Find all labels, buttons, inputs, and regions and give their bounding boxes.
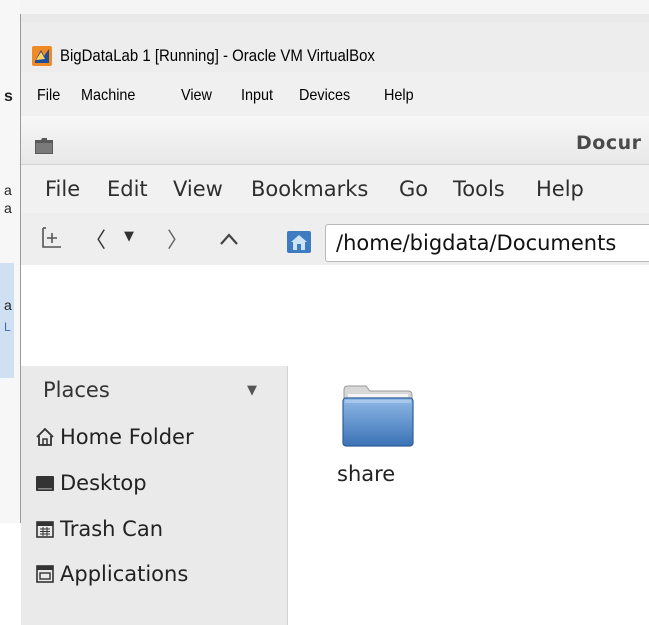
fm-menu-file[interactable]: File <box>45 177 80 201</box>
sidebar-item-label: Trash Can <box>60 517 164 541</box>
host-top-bar <box>0 0 649 15</box>
fm-menu-tools[interactable]: Tools <box>453 177 505 201</box>
virtualbox-window: BigDataLab 1 [Running] - Oracle VM Virtu… <box>20 14 649 625</box>
fm-menu-edit[interactable]: Edit <box>107 177 148 201</box>
sidebar-item-applications[interactable]: Applications <box>35 562 188 586</box>
history-dropdown-icon[interactable]: ▼ <box>124 229 134 244</box>
vbox-window-title: BigDataLab 1 [Running] - Oracle VM Virtu… <box>60 46 375 65</box>
new-tab-icon[interactable] <box>41 225 63 249</box>
vbox-menu-machine[interactable]: Machine <box>81 87 135 105</box>
file-manager-menubar: File Edit View Bookmarks Go Tools Help <box>21 165 649 213</box>
sidebar-places: Places ▼ Home Folder Desktop Trash Can A… <box>21 366 288 625</box>
vbox-menu-devices[interactable]: Devices <box>299 87 350 105</box>
host-text-fragment: L <box>4 320 11 334</box>
folder-label: share <box>337 462 396 486</box>
applications-icon <box>36 565 54 583</box>
sidebar-item-label: Applications <box>60 562 189 586</box>
back-arrow-icon[interactable]: 〈 <box>85 224 106 254</box>
host-left-strip <box>0 0 20 523</box>
guest-display[interactable]: Docur File Edit View Bookmarks Go Tools … <box>21 116 649 625</box>
vbox-menu-input[interactable]: Input <box>241 87 273 105</box>
up-arrow-icon[interactable] <box>219 232 239 246</box>
folder-icon <box>342 385 414 447</box>
vbox-menu-file[interactable]: File <box>37 87 60 105</box>
virtualbox-logo-icon <box>32 46 52 66</box>
fm-menu-go[interactable]: Go <box>399 177 428 201</box>
location-path: /home/bigdata/Documents <box>336 231 617 255</box>
vbox-menu-view[interactable]: View <box>181 87 212 105</box>
fm-menu-view[interactable]: View <box>173 177 223 201</box>
host-text-fragment: s <box>4 88 13 105</box>
file-manager-window-title: Docur <box>576 132 642 154</box>
host-text-fragment: a <box>4 297 12 313</box>
file-view[interactable]: share <box>288 366 649 625</box>
sidebar-item-label: Home Folder <box>60 425 194 449</box>
sidebar-item-label: Desktop <box>60 471 147 495</box>
trash-icon <box>36 521 54 538</box>
sidebar-item-home-folder[interactable]: Home Folder <box>35 425 194 449</box>
vbox-title-bar[interactable]: BigDataLab 1 [Running] - Oracle VM Virtu… <box>21 22 649 72</box>
places-header[interactable]: Places <box>43 378 110 402</box>
fm-menu-help[interactable]: Help <box>536 177 584 201</box>
fm-menu-bookmarks[interactable]: Bookmarks <box>251 177 368 201</box>
forward-arrow-icon[interactable]: 〉 <box>167 224 188 254</box>
location-bar[interactable]: /home/bigdata/Documents <box>325 224 649 262</box>
sidebar-item-trash-can[interactable]: Trash Can <box>35 517 163 541</box>
folder-item-share[interactable]: share <box>333 384 423 494</box>
places-dropdown-icon[interactable]: ▼ <box>247 383 257 398</box>
file-manager-app-icon <box>35 138 53 154</box>
host-text-fragment: a <box>4 200 12 216</box>
file-manager-title-bar[interactable]: Docur <box>21 116 649 165</box>
vbox-menu-help[interactable]: Help <box>384 87 414 105</box>
desktop-icon <box>36 476 54 491</box>
vbox-menubar: File Machine View Input Devices Help <box>21 72 649 116</box>
home-icon[interactable] <box>287 231 311 253</box>
sidebar-item-desktop[interactable]: Desktop <box>35 471 147 495</box>
host-text-fragment: a <box>4 182 12 198</box>
home-icon <box>36 427 54 446</box>
